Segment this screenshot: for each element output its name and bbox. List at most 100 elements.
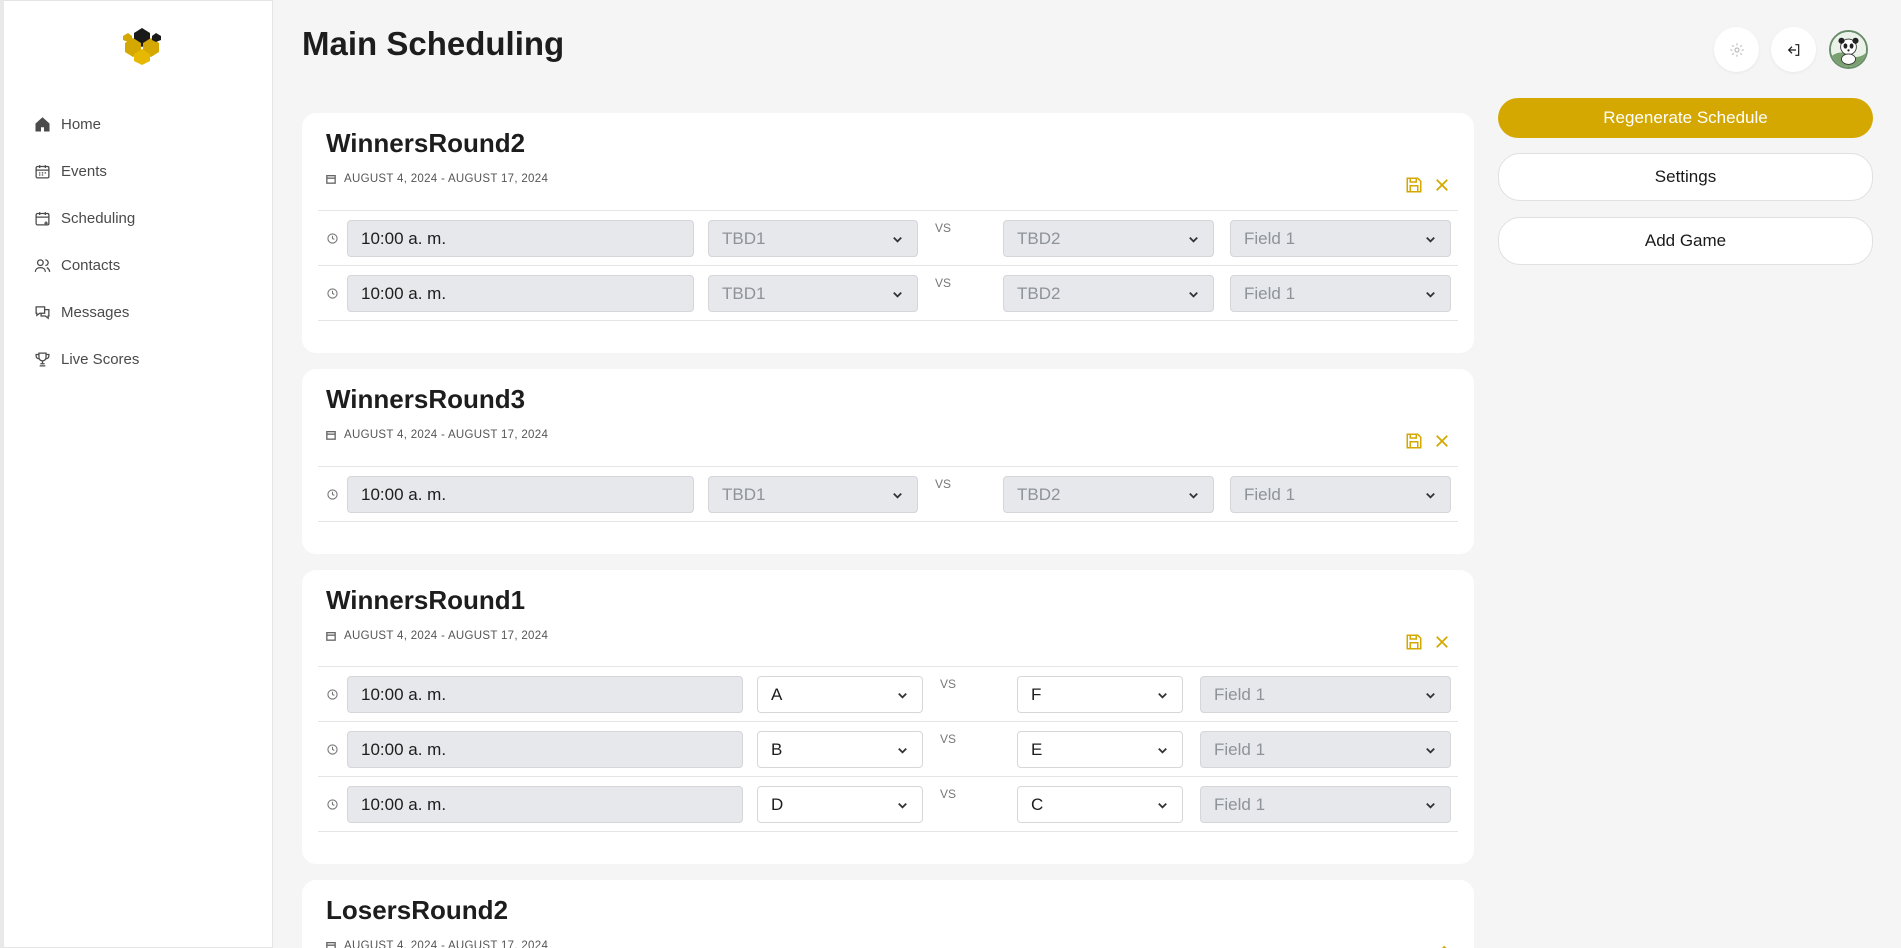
sidebar-item-label: Events [61,163,107,180]
chevron-down-icon [1426,236,1435,243]
gear-icon [1729,42,1744,57]
sidebar-nav: Home Events Scheduling Contacts Messages… [34,101,139,383]
sidebar-item-label: Contacts [61,257,121,274]
sidebar-item-events[interactable]: Events [34,148,139,195]
round-date-range: AUGUST 4, 2024 - AUGUST 17, 2024 [326,429,548,441]
save-icon[interactable] [1405,432,1423,450]
team1-select[interactable]: D [757,786,923,823]
settings-gear-button[interactable] [1714,27,1759,72]
team2-select[interactable]: TBD2 [1003,220,1214,257]
field-value: Field 1 [1244,228,1296,248]
field-select[interactable]: Field 1 [1230,476,1451,513]
round-dates: AUGUST 4, 2024 - AUGUST 17, 2024 [344,173,549,185]
clock-icon [327,233,338,244]
round-card: WinnersRound2 AUGUST 4, 2024 - AUGUST 17… [302,113,1474,353]
round-card: LosersRound2 AUGUST 4, 2024 - AUGUST 17,… [302,880,1474,948]
avatar[interactable] [1829,30,1868,69]
team2-select[interactable]: TBD2 [1003,275,1214,312]
team1-select[interactable]: TBD1 [708,275,918,312]
chevron-down-icon [1189,291,1198,298]
add-game-button[interactable]: Add Game [1498,217,1873,265]
calendar-plus-icon [35,212,50,226]
field-select[interactable]: Field 1 [1200,786,1451,823]
vs-label: VS [940,677,957,691]
edit-icon[interactable] [1433,943,1451,948]
sidebar: Home Events Scheduling Contacts Messages… [0,0,273,948]
team2-value: E [1031,739,1043,759]
team1-select[interactable]: TBD1 [708,476,918,513]
save-icon[interactable] [1405,176,1423,194]
team1-value: A [771,684,783,704]
save-icon[interactable] [1405,633,1423,651]
sidebar-item-scheduling[interactable]: Scheduling [34,195,139,242]
time-input[interactable]: 10:00 a. m. [347,731,743,768]
time-input[interactable]: 10:00 a. m. [347,476,694,513]
vs-label: VS [935,221,952,235]
chevron-down-icon [898,692,907,699]
round-date-range: AUGUST 4, 2024 - AUGUST 17, 2024 [326,940,548,948]
round-dates: AUGUST 4, 2024 - AUGUST 17, 2024 [344,940,549,948]
sidebar-item-live-scores[interactable]: Live Scores [34,336,139,383]
team1-select[interactable]: A [757,676,923,713]
round-title: LosersRound2 [326,895,509,925]
team1-select[interactable]: B [757,731,923,768]
sidebar-item-contacts[interactable]: Contacts [34,242,139,289]
page-title: Main Scheduling [302,25,565,62]
calendar-icon [326,942,336,948]
time-input[interactable]: 10:00 a. m. [347,676,743,713]
close-icon[interactable] [1433,432,1451,450]
field-select[interactable]: Field 1 [1230,220,1451,257]
team2-value: TBD2 [1017,228,1061,248]
time-input[interactable]: 10:00 a. m. [347,786,743,823]
field-select[interactable]: Field 1 [1230,275,1451,312]
close-icon[interactable] [1433,633,1451,651]
vs-label: VS [935,276,952,290]
time-input[interactable]: 10:00 a. m. [347,220,694,257]
home-icon [35,117,50,132]
logo-icon[interactable] [120,25,164,65]
panda-avatar-icon [1831,32,1866,67]
round-title: WinnersRound2 [326,128,526,158]
clock-icon [327,799,338,810]
team1-value: D [771,794,784,814]
round-card: WinnersRound1 AUGUST 4, 2024 - AUGUST 17… [302,570,1474,864]
chevron-down-icon [1426,747,1435,754]
vs-label: VS [940,787,957,801]
sidebar-item-messages[interactable]: Messages [34,289,139,336]
game-row: 10:00 a. m. TBD1 VS TBD2 Field 1 [318,211,1458,266]
chevron-down-icon [1158,747,1167,754]
field-value: Field 1 [1214,684,1266,704]
chevron-down-icon [1426,692,1435,699]
chevron-down-icon [893,236,902,243]
vs-label: VS [940,732,957,746]
team2-select[interactable]: E [1017,731,1183,768]
field-select[interactable]: Field 1 [1200,676,1451,713]
team2-select[interactable]: TBD2 [1003,476,1214,513]
messages-icon [35,306,50,320]
logout-button[interactable] [1771,27,1816,72]
close-icon[interactable] [1433,176,1451,194]
sidebar-item-home[interactable]: Home [34,101,139,148]
time-input[interactable]: 10:00 a. m. [347,275,694,312]
team2-select[interactable]: F [1017,676,1183,713]
round-title: WinnersRound1 [326,585,526,615]
team2-value: F [1031,684,1042,704]
settings-button[interactable]: Settings [1498,153,1873,201]
chevron-down-icon [893,492,902,499]
chevron-down-icon [1189,236,1198,243]
team2-select[interactable]: C [1017,786,1183,823]
clock-icon [327,744,338,755]
chevron-down-icon [1158,802,1167,809]
team1-select[interactable]: TBD1 [708,220,918,257]
chevron-down-icon [1189,492,1198,499]
clock-icon [327,689,338,700]
field-select[interactable]: Field 1 [1200,731,1451,768]
games-list: 10:00 a. m. TBD1 VS TBD2 Field 1 [318,466,1458,522]
regenerate-schedule-button[interactable]: Regenerate Schedule [1498,98,1873,138]
round-date-range: AUGUST 4, 2024 - AUGUST 17, 2024 [326,173,548,185]
team2-value: TBD2 [1017,484,1061,504]
game-row: 10:00 a. m. TBD1 VS TBD2 Field 1 [318,467,1458,522]
game-row: 10:00 a. m. TBD1 VS TBD2 Field 1 [318,266,1458,321]
team1-value: TBD1 [722,228,766,248]
field-value: Field 1 [1214,739,1266,759]
